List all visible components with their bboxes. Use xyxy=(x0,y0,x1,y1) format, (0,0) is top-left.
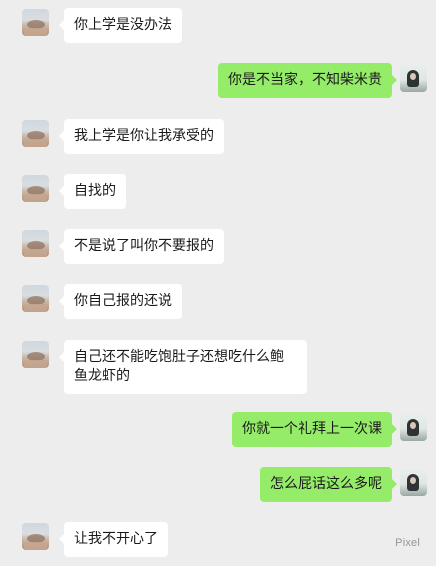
message-text: 让我不开心了 xyxy=(74,531,158,547)
user-avatar[interactable] xyxy=(400,469,427,496)
contact-avatar[interactable] xyxy=(22,175,49,202)
message-bubble[interactable]: 自己还不能吃饱肚子还想吃什么鲍鱼龙虾的 xyxy=(59,340,307,394)
message-bubble[interactable]: 怎么屁话这么多呢 xyxy=(260,467,397,502)
message-bubble[interactable]: 你自己报的还说 xyxy=(59,284,182,319)
message-text: 你就一个礼拜上一次课 xyxy=(242,421,382,437)
contact-avatar[interactable] xyxy=(22,230,49,257)
watermark: Pixel xyxy=(395,537,420,549)
message-text: 不是说了叫你不要报的 xyxy=(74,238,214,254)
contact-avatar[interactable] xyxy=(22,285,49,312)
contact-avatar[interactable] xyxy=(22,9,49,36)
user-avatar[interactable] xyxy=(400,65,427,92)
contact-avatar[interactable] xyxy=(22,523,49,550)
message-text: 你上学是没办法 xyxy=(74,17,172,33)
message-bubble[interactable]: 你是不当家，不知柴米贵 xyxy=(218,63,397,98)
message-text: 你自己报的还说 xyxy=(74,293,172,309)
user-avatar[interactable] xyxy=(400,414,427,441)
message-text: 怎么屁话这么多呢 xyxy=(270,476,382,492)
message-bubble[interactable]: 你上学是没办法 xyxy=(59,8,182,43)
message-text: 自己还不能吃饱肚子还想吃什么鲍鱼龙虾的 xyxy=(74,349,284,384)
message-bubble[interactable]: 我上学是你让我承受的 xyxy=(59,119,224,154)
message-bubble[interactable]: 不是说了叫你不要报的 xyxy=(59,229,224,264)
chat-window: 你上学是没办法 你是不当家，不知柴米贵 我上学是你让我承受的 自找的 不是说了叫… xyxy=(0,0,436,566)
message-text: 自找的 xyxy=(74,183,116,199)
message-text: 我上学是你让我承受的 xyxy=(74,128,214,144)
message-bubble[interactable]: 自找的 xyxy=(59,174,126,209)
message-bubble[interactable]: 让我不开心了 xyxy=(59,522,168,557)
message-bubble[interactable]: 你就一个礼拜上一次课 xyxy=(232,412,397,447)
contact-avatar[interactable] xyxy=(22,341,49,368)
message-text: 你是不当家，不知柴米贵 xyxy=(228,72,382,88)
contact-avatar[interactable] xyxy=(22,120,49,147)
